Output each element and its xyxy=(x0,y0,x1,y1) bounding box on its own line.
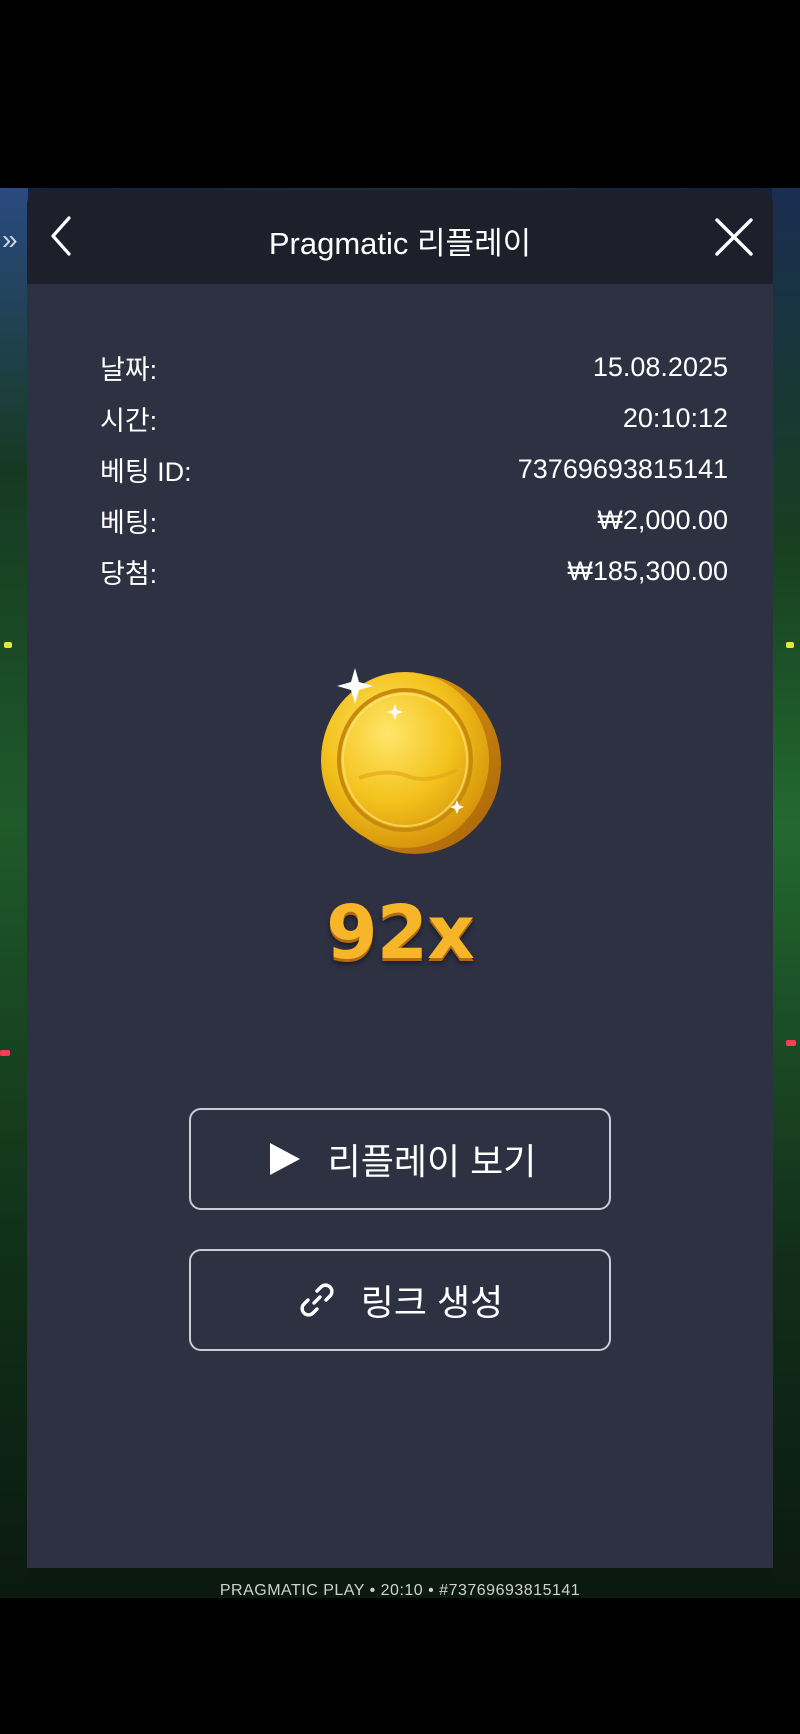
detail-label: 당첨: xyxy=(100,559,158,589)
footer-info: PRAGMATIC PLAY • 20:10 • #73769693815141 xyxy=(219,1582,581,1599)
detail-row-bet-id: 베팅 ID: 73769693815141 xyxy=(100,444,728,495)
detail-row-win: 당첨: ₩185,300.00 xyxy=(100,546,728,597)
detail-row-bet: 베팅: ₩2,000.00 xyxy=(100,495,728,546)
detail-label: 베팅 ID: xyxy=(100,457,192,487)
create-link-label: 링크 생성 xyxy=(360,1282,504,1323)
game-background-left-edge xyxy=(0,188,28,1598)
detail-label: 날짜: xyxy=(100,355,158,385)
stadium-light xyxy=(786,642,794,648)
detail-row-date: 날짜: 15.08.2025 xyxy=(100,342,728,393)
stadium-light xyxy=(0,1050,10,1056)
detail-row-time: 시간: 20:10:12 xyxy=(100,393,728,444)
detail-value: 15.08.2025 xyxy=(592,352,728,382)
coin-icon xyxy=(321,668,501,854)
modal-title: Pragmatic 리플레이 xyxy=(268,226,532,261)
stadium-light xyxy=(786,1040,796,1046)
detail-label: 시간: xyxy=(100,406,158,436)
detail-value: ₩185,300.00 xyxy=(567,556,728,586)
modal-header: Pragmatic 리플레이 xyxy=(27,190,773,284)
replay-modal: Pragmatic 리플레이 날짜: 15.08.2025 시간: 20:10:… xyxy=(27,190,773,1568)
close-icon[interactable] xyxy=(713,216,755,258)
detail-value: 73769693815141 xyxy=(517,454,728,484)
multiplier-value: 92x xyxy=(326,890,475,976)
detail-value: 20:10:12 xyxy=(622,403,728,433)
detail-value: ₩2,000.00 xyxy=(597,505,728,535)
bet-details: 날짜: 15.08.2025 시간: 20:10:12 베팅 ID: 73769… xyxy=(100,342,728,597)
chevrons-icon[interactable]: » xyxy=(2,226,18,254)
play-icon xyxy=(269,1143,300,1175)
game-background-right-edge xyxy=(772,188,800,1598)
view-replay-button[interactable]: 리플레이 보기 xyxy=(189,1108,611,1210)
view-replay-label: 리플레이 보기 xyxy=(327,1141,537,1182)
create-link-button[interactable]: 링크 생성 xyxy=(189,1249,611,1351)
link-icon xyxy=(300,1283,334,1317)
detail-label: 베팅: xyxy=(100,508,158,538)
stadium-light xyxy=(4,642,12,648)
